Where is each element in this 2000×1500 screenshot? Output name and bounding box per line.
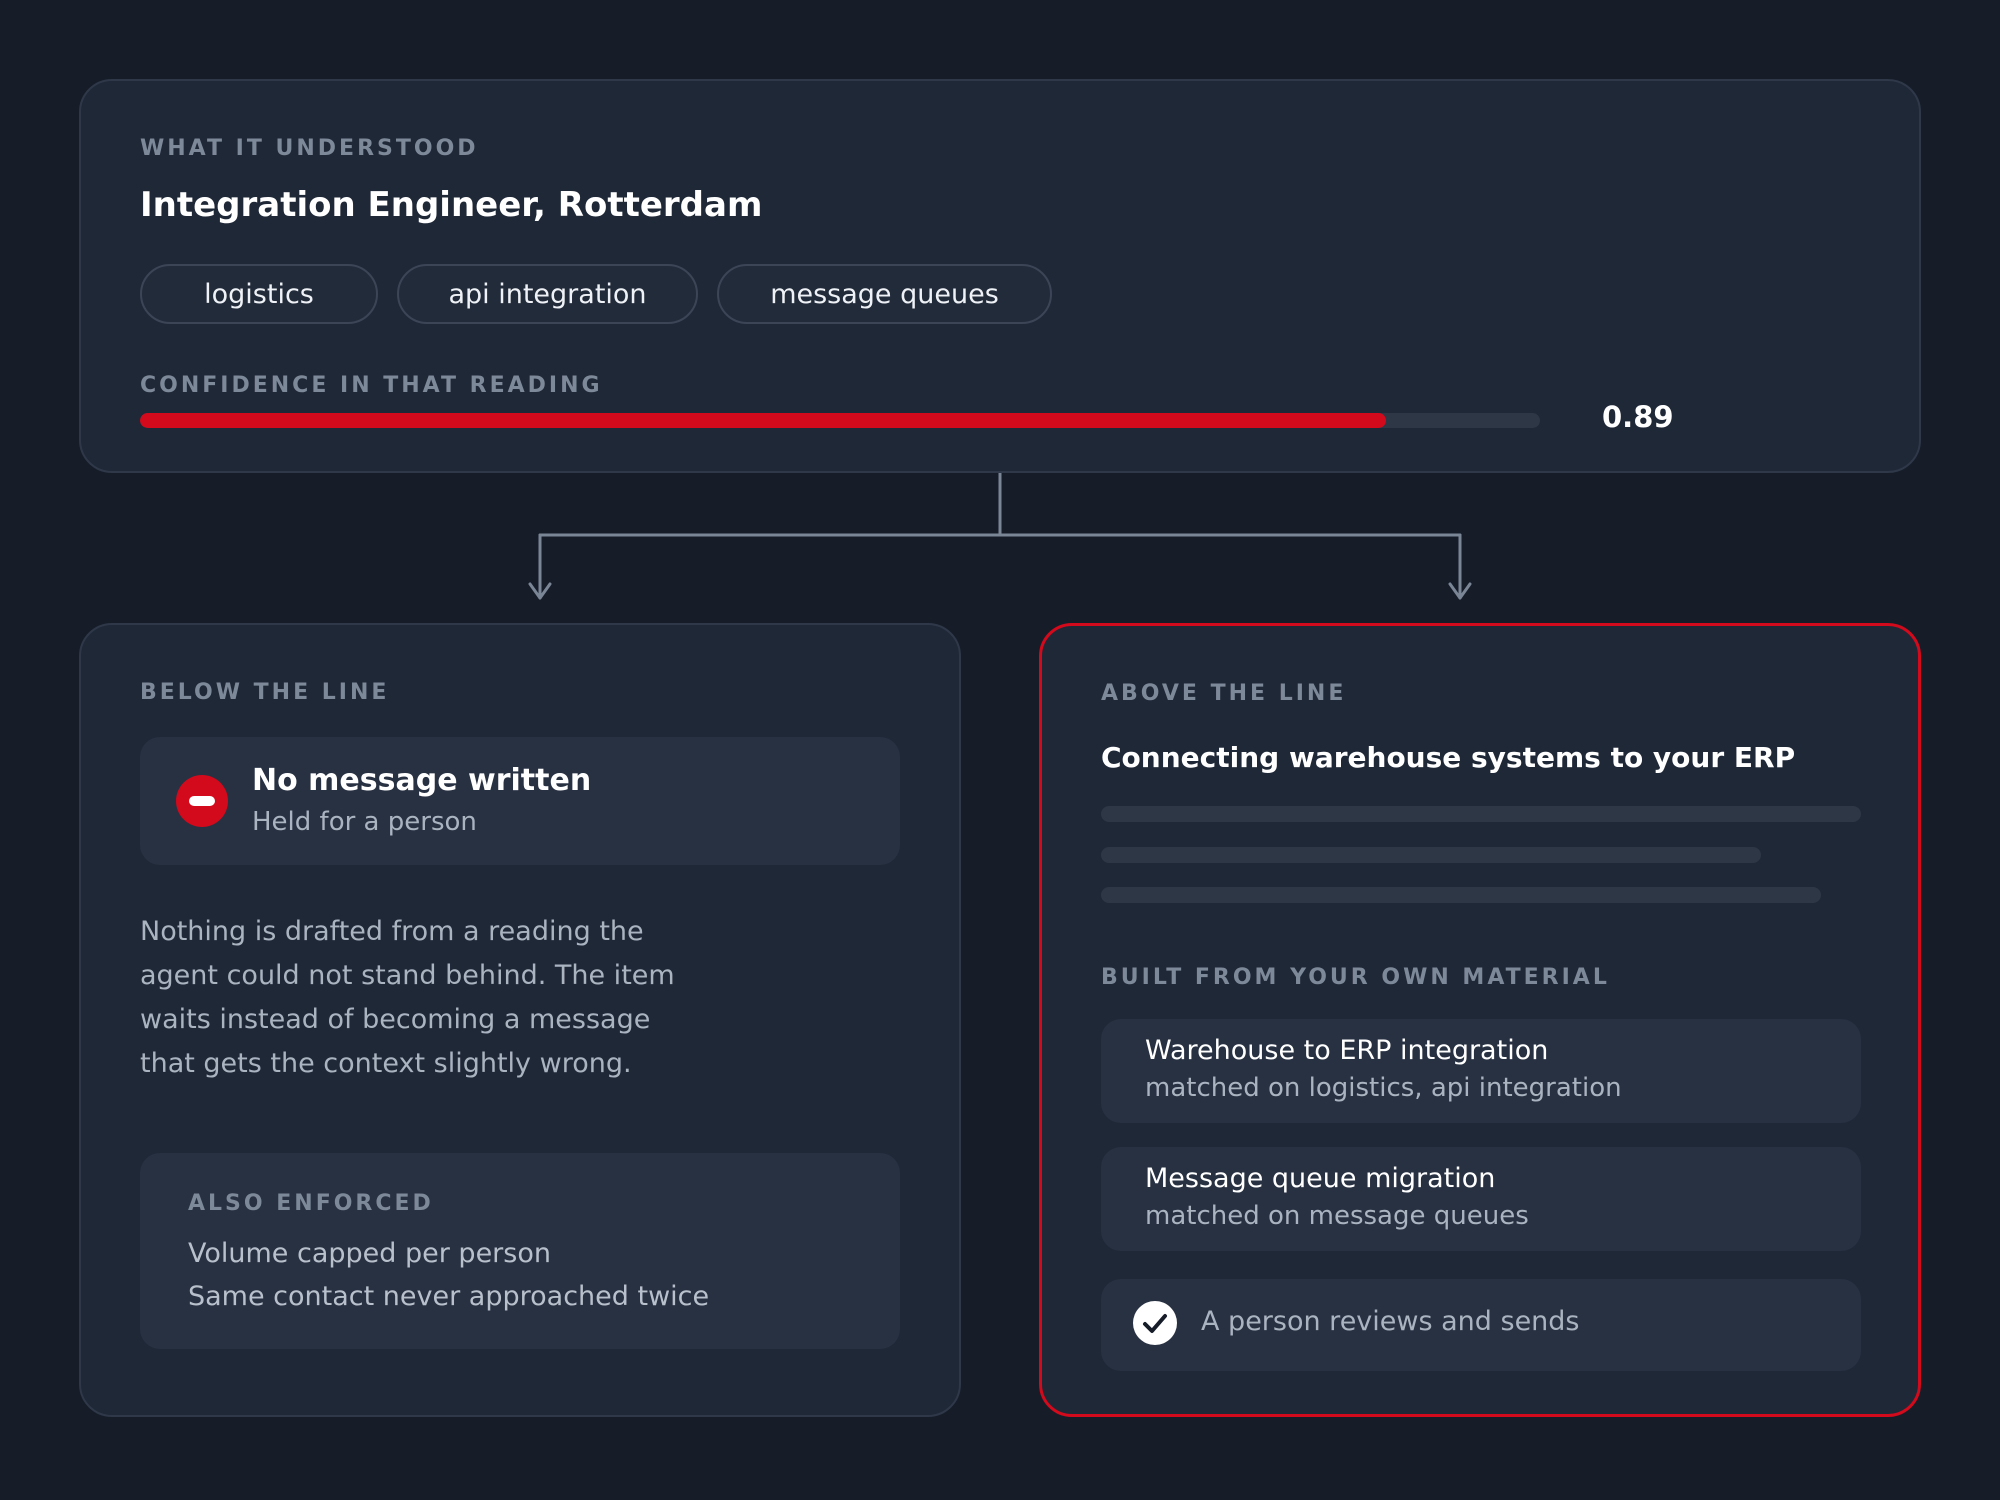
tag-chip-logistics: logistics xyxy=(140,264,378,324)
explanation-line: that gets the context slightly wrong. xyxy=(140,1048,632,1079)
also-enforced-panel: ALSO ENFORCED Volume capped per person S… xyxy=(140,1153,900,1349)
confidence-label: CONFIDENCE IN THAT READING xyxy=(140,373,603,398)
understanding-card: WHAT IT UNDERSTOOD Integration Engineer,… xyxy=(79,79,1921,473)
material-item: Warehouse to ERP integration matched on … xyxy=(1101,1019,1861,1123)
explanation-line: Nothing is drafted from a reading the xyxy=(140,916,644,947)
material-match: matched on message queues xyxy=(1145,1201,1529,1231)
review-label: A person reviews and sends xyxy=(1201,1306,1580,1337)
explanation-line: agent could not stand behind. The item xyxy=(140,960,675,991)
material-title: Message queue migration xyxy=(1145,1163,1496,1194)
status-subtitle: Held for a person xyxy=(252,807,477,837)
check-icon xyxy=(1133,1301,1177,1345)
below-line-label: BELOW THE LINE xyxy=(140,680,390,705)
tag-chip-api-integration: api integration xyxy=(397,264,698,324)
below-the-line-card: BELOW THE LINE No message written Held f… xyxy=(79,623,961,1417)
material-match: matched on logistics, api integration xyxy=(1145,1073,1622,1103)
explanation-text: Nothing is drafted from a reading the ag… xyxy=(140,910,700,1086)
material-item: Message queue migration matched on messa… xyxy=(1101,1147,1861,1251)
enforced-label: ALSO ENFORCED xyxy=(188,1191,434,1216)
tag-chip-message-queues: message queues xyxy=(717,264,1052,324)
above-line-label: ABOVE THE LINE xyxy=(1101,681,1347,706)
above-the-line-card: ABOVE THE LINE Connecting warehouse syst… xyxy=(1039,623,1921,1417)
material-label: BUILT FROM YOUR OWN MATERIAL xyxy=(1101,965,1610,990)
explanation-line: waits instead of becoming a message xyxy=(140,1004,651,1035)
enforced-item: Same contact never approached twice xyxy=(188,1281,710,1312)
review-step: A person reviews and sends xyxy=(1101,1279,1861,1371)
no-entry-icon xyxy=(176,775,228,827)
enforced-item: Volume capped per person xyxy=(188,1238,551,1269)
status-title: No message written xyxy=(252,763,592,798)
understood-label: WHAT IT UNDERSTOOD xyxy=(140,136,479,161)
confidence-bar-fill xyxy=(140,413,1386,428)
draft-placeholder-line xyxy=(1101,806,1861,822)
draft-placeholder-line xyxy=(1101,887,1821,903)
role-title: Integration Engineer, Rotterdam xyxy=(140,185,763,225)
draft-headline: Connecting warehouse systems to your ERP xyxy=(1101,741,1796,774)
draft-placeholder-line xyxy=(1101,847,1761,863)
no-message-status: No message written Held for a person xyxy=(140,737,900,865)
confidence-bar xyxy=(140,413,1540,428)
confidence-value: 0.89 xyxy=(1602,400,1674,434)
material-title: Warehouse to ERP integration xyxy=(1145,1035,1549,1066)
